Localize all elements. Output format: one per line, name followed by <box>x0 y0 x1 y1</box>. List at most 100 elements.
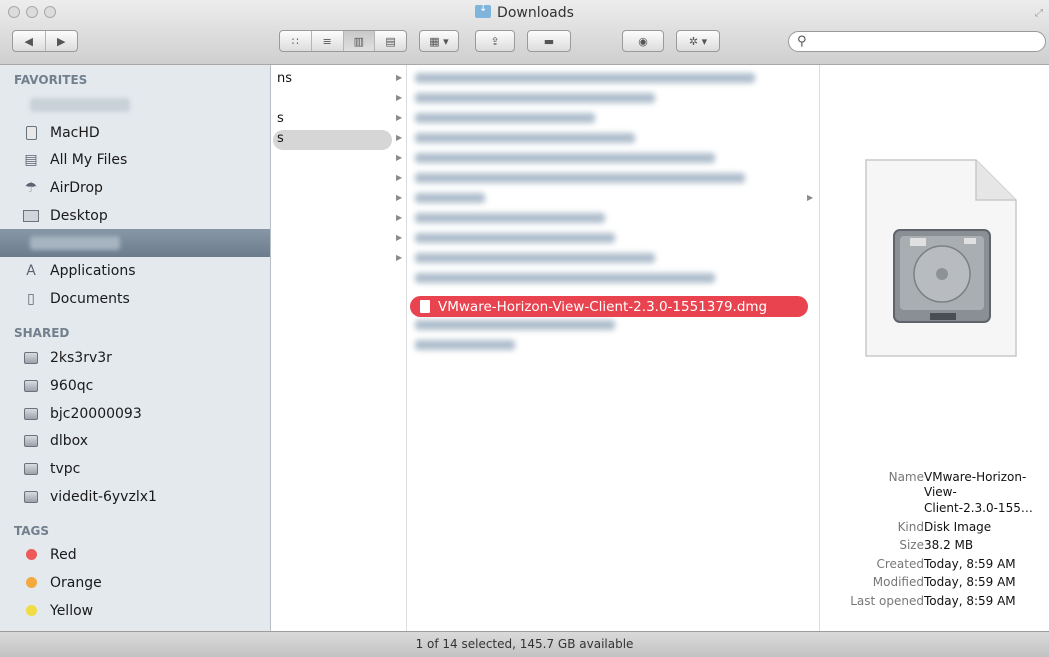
sidebar-item-applications[interactable]: A Applications <box>0 257 270 284</box>
blurred-file-row[interactable] <box>415 133 635 143</box>
info-value-last-opened: Today, 8:59 AM <box>924 594 1016 608</box>
blurred-file-row[interactable] <box>415 193 485 203</box>
sidebar-item-tag-red[interactable]: Red <box>0 541 270 568</box>
blurred-file-row[interactable] <box>415 93 655 103</box>
info-label-size: Size <box>899 538 924 552</box>
column1-item[interactable]: s <box>277 111 284 126</box>
forward-button[interactable]: ▶ <box>46 31 78 51</box>
tags-header: TAGS <box>14 524 50 538</box>
harddisk-icon <box>22 125 40 141</box>
disclosure-arrow-icon: ▶ <box>396 133 403 142</box>
sidebar-item-shared[interactable]: bjc20000093 <box>0 400 270 427</box>
sidebar-item-machd[interactable]: MacHD <box>0 119 270 146</box>
view-mode-control: ∷ ≡ ▥ ▤ <box>279 30 407 52</box>
sidebar-item-label: Red <box>50 546 77 563</box>
search-icon: ⚲ <box>797 34 807 49</box>
share-button[interactable]: ⇪ <box>475 30 515 52</box>
action-button[interactable]: ✲ ▾ <box>676 30 720 52</box>
blurred-file-row[interactable] <box>415 73 755 83</box>
column-view-button[interactable]: ▥ <box>343 31 376 51</box>
blurred-file-row[interactable] <box>415 213 605 223</box>
sidebar-item-shared[interactable]: dlbox <box>0 427 270 454</box>
sidebar-item-label: Desktop <box>50 207 108 224</box>
selected-file-name: VMware-Horizon-View-Client-2.3.0-1551379… <box>438 298 768 315</box>
browser-column-1[interactable]: ns s s <box>271 65 407 631</box>
info-value-size: 38.2 MB <box>924 538 974 552</box>
blurred-file-row[interactable] <box>415 153 715 163</box>
downloads-folder-icon <box>475 3 492 18</box>
sidebar-item-label: tvpc <box>50 460 81 477</box>
column1-item[interactable]: ns <box>277 71 292 86</box>
back-button[interactable]: ◀ <box>13 31 46 51</box>
list-view-button[interactable]: ≡ <box>312 31 344 51</box>
info-value-name: Client-2.3.0-155… <box>924 501 1033 515</box>
disclosure-arrow-icon: ▶ <box>396 93 403 102</box>
edit-tags-button[interactable]: ▬ <box>527 30 571 52</box>
disclosure-arrow-icon: ▶ <box>807 193 814 202</box>
sidebar-item-shared[interactable]: videdit-6yvzlx1 <box>0 483 270 510</box>
airdrop-icon: ☂ <box>24 179 38 196</box>
blurred-file-row[interactable] <box>415 173 745 183</box>
disclosure-arrow-icon: ▶ <box>396 153 403 162</box>
fullscreen-icon[interactable]: ⤢ <box>1035 8 1043 19</box>
sidebar-item-label: videdit-6yvzlx1 <box>50 488 157 505</box>
disclosure-arrow-icon: ▶ <box>396 113 403 122</box>
blurred-favorite-item[interactable] <box>30 98 130 112</box>
sidebar-item-label: AirDrop <box>50 179 103 196</box>
info-label-kind: Kind <box>897 520 924 534</box>
selected-file-row[interactable]: VMware-Horizon-View-Client-2.3.0-1551379… <box>410 296 808 317</box>
sidebar-item-tag-orange[interactable]: Orange <box>0 569 270 596</box>
search-input[interactable]: ⚲ <box>788 31 1046 52</box>
blurred-selected-item-label <box>30 236 120 250</box>
info-value-name: View- <box>924 485 957 499</box>
blurred-file-row[interactable] <box>415 340 515 350</box>
icon-view-button[interactable]: ∷ <box>280 31 312 51</box>
sidebar-item-label: bjc20000093 <box>50 405 142 422</box>
info-value-kind: Disk Image <box>924 520 992 534</box>
blurred-file-row[interactable] <box>415 253 655 263</box>
blurred-file-row[interactable] <box>415 273 715 283</box>
dmg-file-icon <box>420 300 430 313</box>
computer-icon <box>22 378 40 394</box>
favorites-header: FAVORITES <box>14 73 88 87</box>
blurred-file-row[interactable] <box>415 233 615 243</box>
sidebar-item-tag-yellow[interactable]: Yellow <box>0 597 270 624</box>
back-forward-control: ◀ ▶ <box>12 30 78 52</box>
disk-image-preview-icon <box>864 158 1018 358</box>
sidebar-item-shared[interactable]: tvpc <box>0 455 270 482</box>
disclosure-arrow-icon: ▶ <box>396 213 403 222</box>
shared-header: SHARED <box>14 326 70 340</box>
blurred-file-row[interactable] <box>415 320 615 330</box>
window-toolbar: Downloads ⤢ ◀ ▶ ∷ ≡ ▥ ▤ ▦ ▾ ⇪ ▬ ◉ ✲ ▾ ⚲ <box>0 0 1049 65</box>
sidebar-item-label: dlbox <box>50 432 89 449</box>
sidebar-item-label: Documents <box>50 290 130 307</box>
sidebar-item-label: MacHD <box>50 124 100 141</box>
sidebar-item-label: 960qc <box>50 377 94 394</box>
sidebar-item-all-my-files[interactable]: ▤ All My Files <box>0 146 270 173</box>
sidebar-item-shared[interactable]: 2ks3rv3r <box>0 344 270 371</box>
sidebar-item-documents[interactable]: ▯ Documents <box>0 285 270 312</box>
info-label-name: Name <box>888 470 924 484</box>
disclosure-arrow-icon: ▶ <box>396 173 403 182</box>
computer-icon <box>22 433 40 449</box>
browser-column-2[interactable]: ▶ ▶ ▶ ▶ ▶ ▶ ▶ ▶ ▶ ▶ ▶ <box>396 65 820 631</box>
sidebar-item-label: Orange <box>50 574 102 591</box>
all-files-icon: ▤ <box>24 151 38 168</box>
yellow-tag-dot-icon <box>22 603 40 619</box>
column1-selected-row[interactable] <box>273 130 392 150</box>
status-text: 1 of 14 selected, 145.7 GB available <box>415 637 634 651</box>
sidebar-item-shared[interactable]: 960qc <box>0 372 270 399</box>
sidebar-selected-item[interactable] <box>0 229 270 257</box>
computer-icon <box>22 350 40 366</box>
documents-icon: ▯ <box>27 290 35 307</box>
coverflow-view-button[interactable]: ▤ <box>375 31 406 51</box>
blurred-file-row[interactable] <box>415 113 595 123</box>
sidebar-item-desktop[interactable]: Desktop <box>0 202 270 229</box>
arrange-button[interactable]: ▦ ▾ <box>419 30 459 52</box>
column1-item[interactable]: s <box>277 131 284 146</box>
sidebar-item-airdrop[interactable]: ☂ AirDrop <box>0 174 270 201</box>
quick-look-button[interactable]: ◉ <box>622 30 664 52</box>
computer-icon <box>22 406 40 422</box>
window-title: Downloads <box>0 3 1049 21</box>
info-label-last-opened: Last opened <box>850 594 924 608</box>
